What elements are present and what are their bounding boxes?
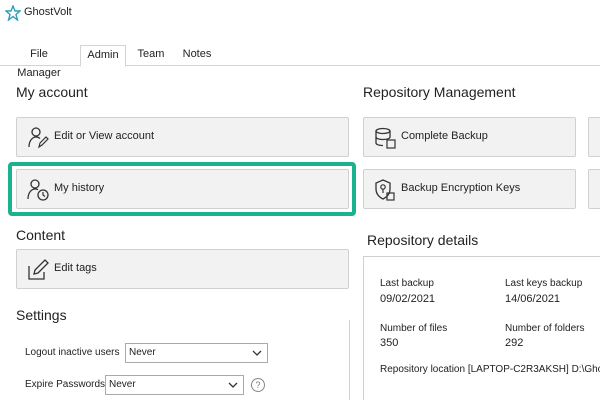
main-tabs: File Manager Admin Team Notes: [0, 42, 600, 79]
tab-notes[interactable]: Notes: [180, 45, 214, 66]
number-of-folders-value: 292: [505, 337, 524, 349]
settings-title: Settings: [16, 307, 67, 323]
settings-panel-edge: [349, 320, 350, 400]
complete-backup-label: Complete Backup: [401, 130, 488, 142]
tab-admin[interactable]: Admin: [80, 45, 126, 67]
app-title: GhostVolt: [24, 6, 72, 18]
expire-passwords-value: Never: [109, 379, 136, 390]
logout-inactive-select[interactable]: Never: [125, 343, 268, 363]
edit-tags-label: Edit tags: [54, 262, 97, 274]
edit-tags-button[interactable]: Edit tags: [16, 249, 349, 289]
number-of-folders-label: Number of folders: [505, 323, 585, 334]
last-keys-backup-value: 14/06/2021: [505, 293, 561, 305]
tag-edit-icon: [28, 259, 49, 280]
database-backup-icon: [375, 127, 396, 149]
expire-passwords-select[interactable]: Never: [105, 375, 244, 395]
user-edit-icon: [28, 127, 49, 149]
repository-management-title: Repository Management: [363, 84, 516, 100]
complete-backup-button[interactable]: Complete Backup: [363, 117, 576, 157]
repository-details-title: Repository details: [367, 232, 479, 248]
logout-inactive-value: Never: [129, 347, 156, 358]
title-bar: GhostVolt: [0, 0, 600, 30]
chevron-down-icon: [252, 350, 262, 356]
repository-location: Repository location [LAPTOP-C2R3AKSH] D:…: [380, 364, 600, 375]
last-keys-backup-label: Last keys backup: [505, 278, 583, 289]
last-backup-label: Last backup: [380, 278, 434, 289]
number-of-files-value: 350: [380, 337, 399, 349]
content-title: Content: [16, 227, 66, 243]
edit-view-account-label: Edit or View account: [54, 130, 155, 142]
my-history-highlight: [8, 162, 356, 216]
shield-key-icon: [375, 179, 395, 201]
my-account-title: My account: [16, 84, 88, 100]
tab-file-manager[interactable]: File Manager: [8, 45, 70, 79]
chevron-down-icon: [228, 382, 238, 388]
logout-inactive-label: Logout inactive users: [25, 347, 120, 358]
help-icon[interactable]: ?: [251, 378, 265, 392]
backup-encryption-keys-button[interactable]: Backup Encryption Keys: [363, 169, 576, 209]
number-of-files-label: Number of files: [380, 323, 448, 334]
backup-encryption-keys-label: Backup Encryption Keys: [401, 182, 521, 194]
cut-off-button[interactable]: [588, 169, 600, 209]
ghostvolt-logo-icon: [5, 5, 21, 21]
expire-passwords-label: Expire Passwords: [25, 379, 106, 390]
repository-details-panel: Last backup 09/02/2021 Last keys backup …: [363, 256, 600, 400]
cut-off-button[interactable]: [588, 117, 600, 157]
edit-view-account-button[interactable]: Edit or View account: [16, 117, 349, 157]
tab-team[interactable]: Team: [135, 45, 167, 66]
last-backup-value: 09/02/2021: [380, 293, 436, 305]
